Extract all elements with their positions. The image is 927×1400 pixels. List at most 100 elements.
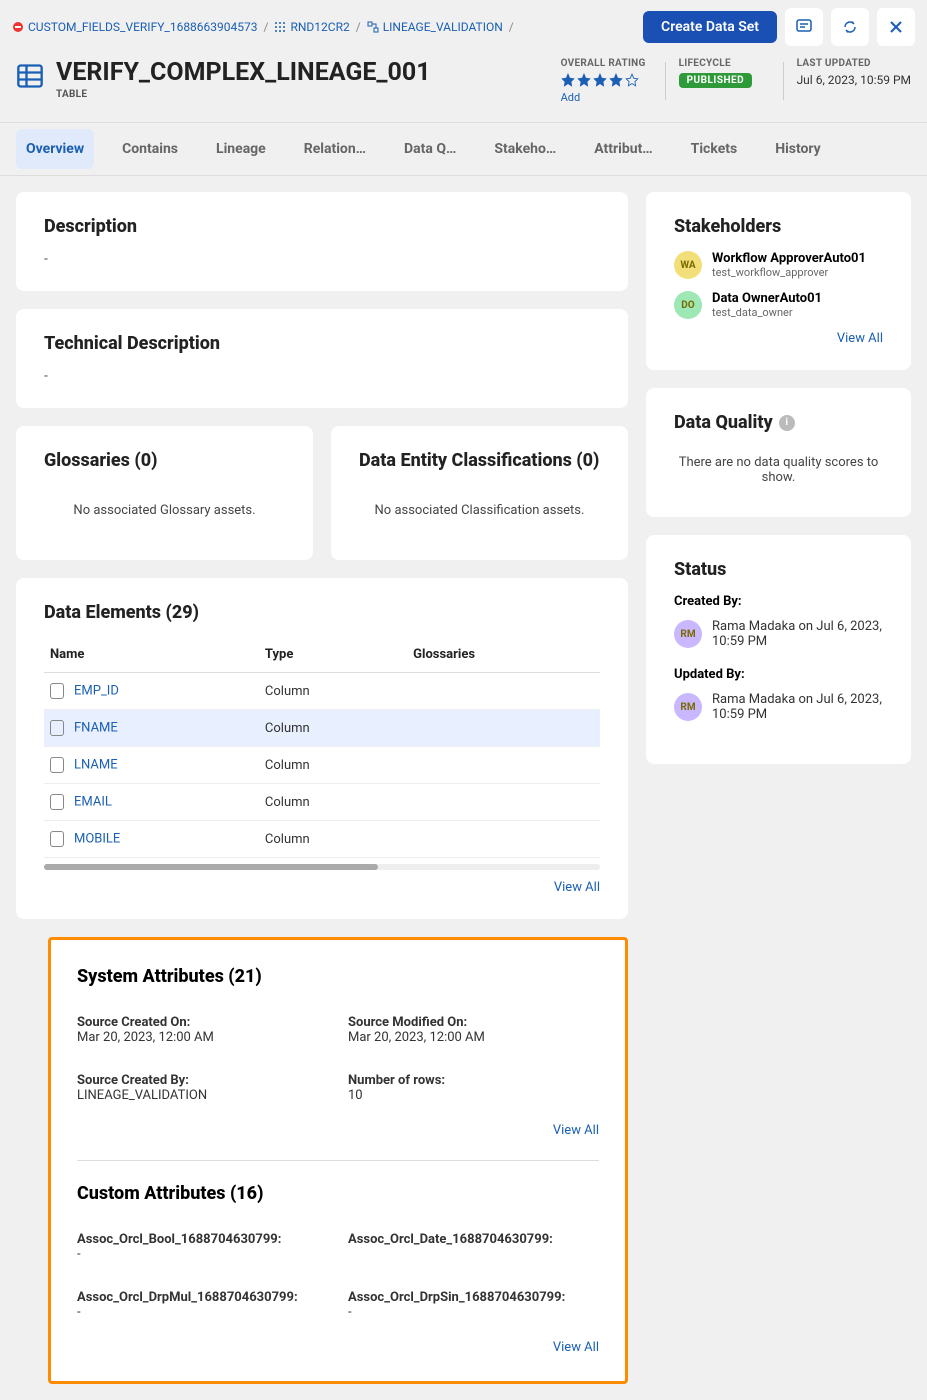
star-icon <box>577 73 591 87</box>
description-title: Description <box>44 216 600 237</box>
glossaries-empty: No associated Glossary assets. <box>44 485 285 536</box>
tab-overview[interactable]: Overview <box>16 129 94 169</box>
grid-icon <box>274 21 286 33</box>
rating-stars <box>561 73 651 87</box>
tabs: Overview Contains Lineage Relation… Data Q… S… <box>0 122 927 176</box>
table-icon <box>16 62 44 90</box>
data-quality-empty: There are no data quality scores to show… <box>674 447 883 493</box>
element-type: Column <box>259 673 407 710</box>
create-data-set-button[interactable]: Create Data Set <box>643 11 777 43</box>
info-icon[interactable]: i <box>779 415 795 431</box>
table-row[interactable]: MOBILEColumn <box>44 821 600 858</box>
avatar: WA <box>674 251 702 279</box>
breadcrumb-item[interactable]: CUSTOM_FIELDS_VERIFY_1688663904573 <box>12 20 258 34</box>
stakeholder-role: test_workflow_approver <box>712 266 866 279</box>
attr-label: Assoc_Orcl_Date_1688704630799: <box>348 1232 599 1247</box>
tech-description-body: - <box>44 368 600 384</box>
stakeholder-role: test_data_owner <box>712 306 822 319</box>
attr-label: Assoc_Orcl_Bool_1688704630799: <box>77 1232 328 1247</box>
stakeholder-name: Workflow ApproverAuto01 <box>712 251 866 266</box>
refresh-icon <box>841 18 859 36</box>
avatar: RM <box>674 620 702 648</box>
oracle-icon <box>12 21 24 33</box>
avatar: DO <box>674 291 702 319</box>
stakeholders-title: Stakeholders <box>674 216 883 237</box>
element-type: Column <box>259 784 407 821</box>
close-button[interactable] <box>877 8 915 46</box>
element-name-link[interactable]: FNAME <box>74 720 118 735</box>
tab-dataq[interactable]: Data Q… <box>394 129 466 169</box>
classifications-card: Data Entity Classifications (0) No assoc… <box>331 426 628 560</box>
attr-label: Source Created By: <box>77 1073 328 1088</box>
element-name-link[interactable]: LNAME <box>74 757 118 772</box>
table-row[interactable]: EMP_ID Column <box>44 673 600 710</box>
glossaries-title: Glossaries (0) <box>44 450 285 471</box>
tab-tickets[interactable]: Tickets <box>681 129 748 169</box>
attr-value: Mar 20, 2023, 12:00 AM <box>348 1030 599 1045</box>
element-name-link[interactable]: EMP_ID <box>74 683 119 698</box>
column-icon <box>50 794 64 810</box>
stakeholder-name: Data OwnerAuto01 <box>712 291 822 306</box>
data-elements-card: Data Elements (29) NameTypeGlossaries EM… <box>16 578 628 919</box>
system-attributes-title: System Attributes (21) <box>77 966 599 987</box>
tab-lineage[interactable]: Lineage <box>206 129 276 169</box>
star-icon <box>609 73 623 87</box>
comment-button[interactable] <box>785 8 823 46</box>
last-updated-label: LAST UPDATED <box>797 58 911 69</box>
attr-label: Assoc_Orcl_DrpSin_1688704630799: <box>348 1290 599 1305</box>
table-row[interactable]: EMAIL Column <box>44 784 600 821</box>
stakeholder-item[interactable]: DO Data OwnerAuto01test_data_owner <box>674 291 883 319</box>
tab-stakeho[interactable]: Stakeho… <box>484 129 566 169</box>
tab-attribut[interactable]: Attribut… <box>584 129 662 169</box>
tab-contains[interactable]: Contains <box>112 129 188 169</box>
stakeholders-viewall[interactable]: View All <box>674 331 883 346</box>
stakeholder-item[interactable]: WA Workflow ApproverAuto01test_workflow_a… <box>674 251 883 279</box>
glossaries-card: Glossaries (0) No associated Glossary as… <box>16 426 313 560</box>
column-icon <box>50 757 64 773</box>
column-header: Glossaries <box>407 637 600 673</box>
column-icon <box>50 720 64 736</box>
created-by-value: Rama Madaka on Jul 6, 2023, 10:59 PM <box>712 619 883 649</box>
element-name-link[interactable]: EMAIL <box>74 794 112 809</box>
tab-history[interactable]: History <box>765 129 831 169</box>
column-icon <box>50 831 64 847</box>
status-card: Status Created By: RM Rama Madaka on Jul… <box>646 535 911 764</box>
column-icon <box>50 683 64 699</box>
tech-description-card: Technical Description - <box>16 309 628 408</box>
data-elements-viewall[interactable]: View All <box>44 880 600 895</box>
tab-relation[interactable]: Relation… <box>294 129 376 169</box>
element-type: Column <box>259 710 407 747</box>
tech-description-title: Technical Description <box>44 333 600 354</box>
star-icon <box>561 73 575 87</box>
horizontal-scrollbar[interactable] <box>44 864 600 870</box>
attr-value: - <box>77 1247 328 1262</box>
element-name-link[interactable]: MOBILE <box>74 831 120 846</box>
updated-by-value: Rama Madaka on Jul 6, 2023, 10:59 PM <box>712 692 883 722</box>
column-header: Type <box>259 637 407 673</box>
breadcrumb-item[interactable]: LINEAGE_VALIDATION <box>367 20 503 34</box>
schema-icon <box>367 21 379 33</box>
updated-by-label: Updated By: <box>674 667 883 682</box>
comment-icon <box>795 18 813 36</box>
refresh-button[interactable] <box>831 8 869 46</box>
attr-label: Source Created On: <box>77 1015 328 1030</box>
stakeholders-card: Stakeholders WAWorkflow ApproverAuto01te… <box>646 192 911 370</box>
table-row[interactable]: LNAME Column <box>44 747 600 784</box>
data-elements-title: Data Elements (29) <box>44 602 600 623</box>
attr-value: - <box>77 1305 328 1320</box>
system-attributes-viewall[interactable]: View All <box>77 1123 599 1138</box>
element-type: Column <box>259 747 407 784</box>
custom-attributes-viewall[interactable]: View All <box>77 1340 599 1355</box>
description-card: Description - <box>16 192 628 291</box>
page-title: VERIFY_COMPLEX_LINEAGE_001 <box>56 58 431 87</box>
table-row[interactable]: FNAME Column <box>44 710 600 747</box>
data-quality-title: Data Quality <box>674 412 773 433</box>
attr-value: Mar 20, 2023, 12:00 AM <box>77 1030 328 1045</box>
attr-label: Number of rows: <box>348 1073 599 1088</box>
breadcrumb-item[interactable]: RND12CR2 <box>274 20 349 34</box>
status-title: Status <box>674 559 883 580</box>
attr-label: Source Modified On: <box>348 1015 599 1030</box>
custom-attributes-title: Custom Attributes (16) <box>77 1183 599 1204</box>
overall-rating-label: OVERALL RATING <box>561 58 651 69</box>
add-rating-link[interactable]: Add <box>561 91 651 104</box>
